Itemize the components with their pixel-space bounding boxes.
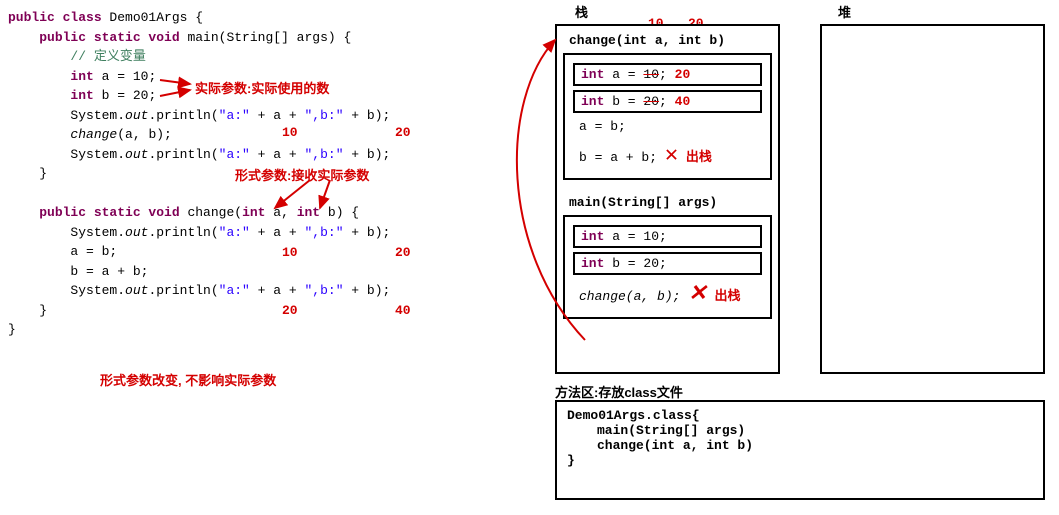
method-area-title: 方法区:存放class文件 xyxy=(555,382,683,401)
annot-val-10-a: 10 xyxy=(282,125,298,140)
stmt-b-eq-ab: b = a + b; ✕ 出栈 xyxy=(573,140,718,170)
stack-label: 栈 xyxy=(575,2,588,21)
var-a-box: int a = 10; 20 xyxy=(573,63,762,86)
annot-val-20-a: 20 xyxy=(395,125,411,140)
code-line-8: System.out.println("a:" + a + ",b:" + b)… xyxy=(8,145,540,165)
x-icon: ✕ xyxy=(665,143,678,168)
code-line-1: public class Demo01Args { xyxy=(8,8,540,28)
code-line-14: b = a + b; xyxy=(8,262,540,282)
change-frame-title: change(int a, int b) xyxy=(563,30,772,51)
class-name: Demo01Args.class{ xyxy=(567,408,1033,423)
diagram-pane: 栈 堆 10 20 change(int a, int b) int a = 1… xyxy=(540,0,1059,515)
annot-val-20-c: 20 xyxy=(282,303,298,318)
code-line-15: System.out.println("a:" + a + ",b:" + b)… xyxy=(8,281,540,301)
code-line-3: // 定义变量 xyxy=(8,47,540,67)
main-var-b: int b = 20; xyxy=(573,252,762,275)
annot-val-10-b: 10 xyxy=(282,245,298,260)
code-line-13: a = b; xyxy=(8,242,540,262)
var-b-box: int b = 20; 40 xyxy=(573,90,762,113)
annot-val-20-b: 20 xyxy=(395,245,411,260)
class-end: } xyxy=(567,453,1033,468)
stack-box: change(int a, int b) int a = 10; 20 int … xyxy=(555,24,780,374)
stmt-a-eq-b: a = b; xyxy=(573,117,762,136)
method-area-box: Demo01Args.class{ main(String[] args) ch… xyxy=(555,400,1045,500)
main-frame: int a = 10; int b = 20; change(a, b); ✕ … xyxy=(563,215,772,319)
code-line-17: } xyxy=(8,320,540,340)
method-main: main(String[] args) xyxy=(597,423,1033,438)
annot-formal-param: 形式参数:接收实际参数 xyxy=(235,165,369,184)
main-var-a: int a = 10; xyxy=(573,225,762,248)
x-icon-2: ✕ xyxy=(688,282,706,307)
heap-box xyxy=(820,24,1045,374)
change-frame: int a = 10; 20 int b = 20; 40 a = b; b =… xyxy=(563,53,772,180)
method-change: change(int a, int b) xyxy=(597,438,1033,453)
annot-val-40: 40 xyxy=(395,303,411,318)
code-line-16: } xyxy=(8,301,540,321)
heap-label: 堆 xyxy=(838,2,851,21)
code-line-12: System.out.println("a:" + a + ",b:" + b)… xyxy=(8,223,540,243)
code-line-6: System.out.println("a:" + a + ",b:" + b)… xyxy=(8,106,540,126)
code-line-2: public static void main(String[] args) { xyxy=(8,28,540,48)
code-line-11: public static void change(int a, int b) … xyxy=(8,203,540,223)
main-call-change: change(a, b); ✕ 出栈 xyxy=(573,279,762,309)
annot-conclusion: 形式参数改变, 不影响实际参数 xyxy=(100,370,276,389)
annot-actual-param: 实际参数:实际使用的数 xyxy=(195,78,329,97)
main-frame-title: main(String[] args) xyxy=(563,192,772,213)
code-pane: public class Demo01Args { public static … xyxy=(0,0,540,340)
code-line-blank xyxy=(8,184,540,204)
code-line-7: change(a, b); xyxy=(8,125,540,145)
